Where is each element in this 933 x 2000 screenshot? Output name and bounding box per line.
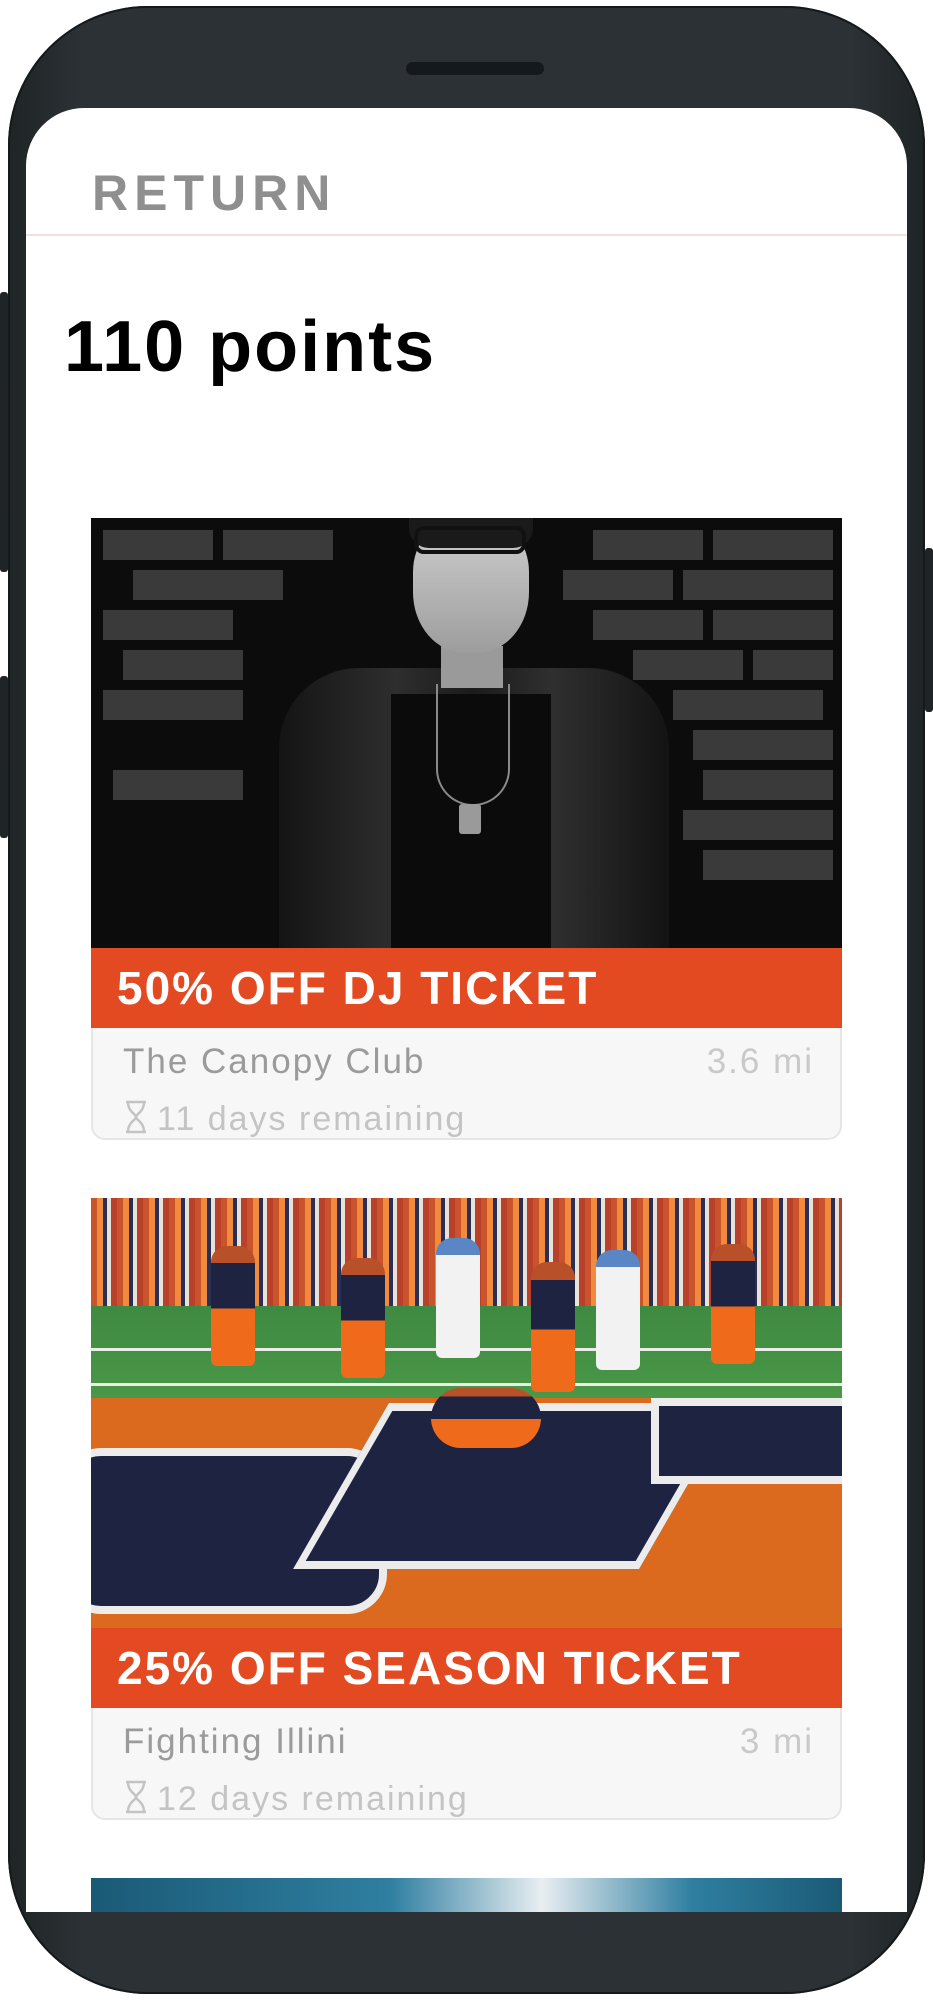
time-remaining-label: 12 days remaining: [157, 1780, 469, 1818]
phone-speaker: [406, 62, 544, 75]
venue-name: Fighting Illini: [123, 1722, 348, 1761]
offer-image: [91, 1198, 842, 1628]
time-remaining-label: 11 days remaining: [157, 1100, 467, 1138]
top-bar: RETURN: [26, 108, 907, 236]
time-remaining: 11 days remaining: [123, 1100, 466, 1139]
offer-image: [91, 518, 842, 948]
offer-image: [91, 1878, 842, 1912]
offer-details: Fighting Illini 3 mi 12 days remaining: [91, 1708, 842, 1820]
offer-card[interactable]: [91, 1878, 842, 1912]
volume-button: [0, 676, 8, 838]
offer-card[interactable]: 50% OFF DJ TICKET The Canopy Club 3.6 mi…: [91, 518, 842, 1140]
time-remaining: 12 days remaining: [123, 1780, 469, 1819]
app-screen: RETURN 110 points 50% OFF DJ TICKET The …: [26, 108, 907, 1912]
return-button[interactable]: RETURN: [92, 164, 336, 222]
points-balance: 110 points: [64, 307, 437, 387]
power-button: [925, 548, 933, 712]
offer-card[interactable]: 25% OFF SEASON TICKET Fighting Illini 3 …: [91, 1198, 842, 1820]
offer-details: The Canopy Club 3.6 mi 11 days remaining: [91, 1028, 842, 1140]
distance: 3 mi: [739, 1722, 814, 1761]
hourglass-icon: [126, 1780, 146, 1814]
volume-button: [0, 292, 8, 572]
venue-name: The Canopy Club: [123, 1042, 426, 1081]
hourglass-icon: [126, 1100, 146, 1134]
offer-title: 50% OFF DJ TICKET: [91, 948, 842, 1028]
offer-title: 25% OFF SEASON TICKET: [91, 1628, 842, 1708]
distance: 3.6 mi: [706, 1042, 814, 1081]
